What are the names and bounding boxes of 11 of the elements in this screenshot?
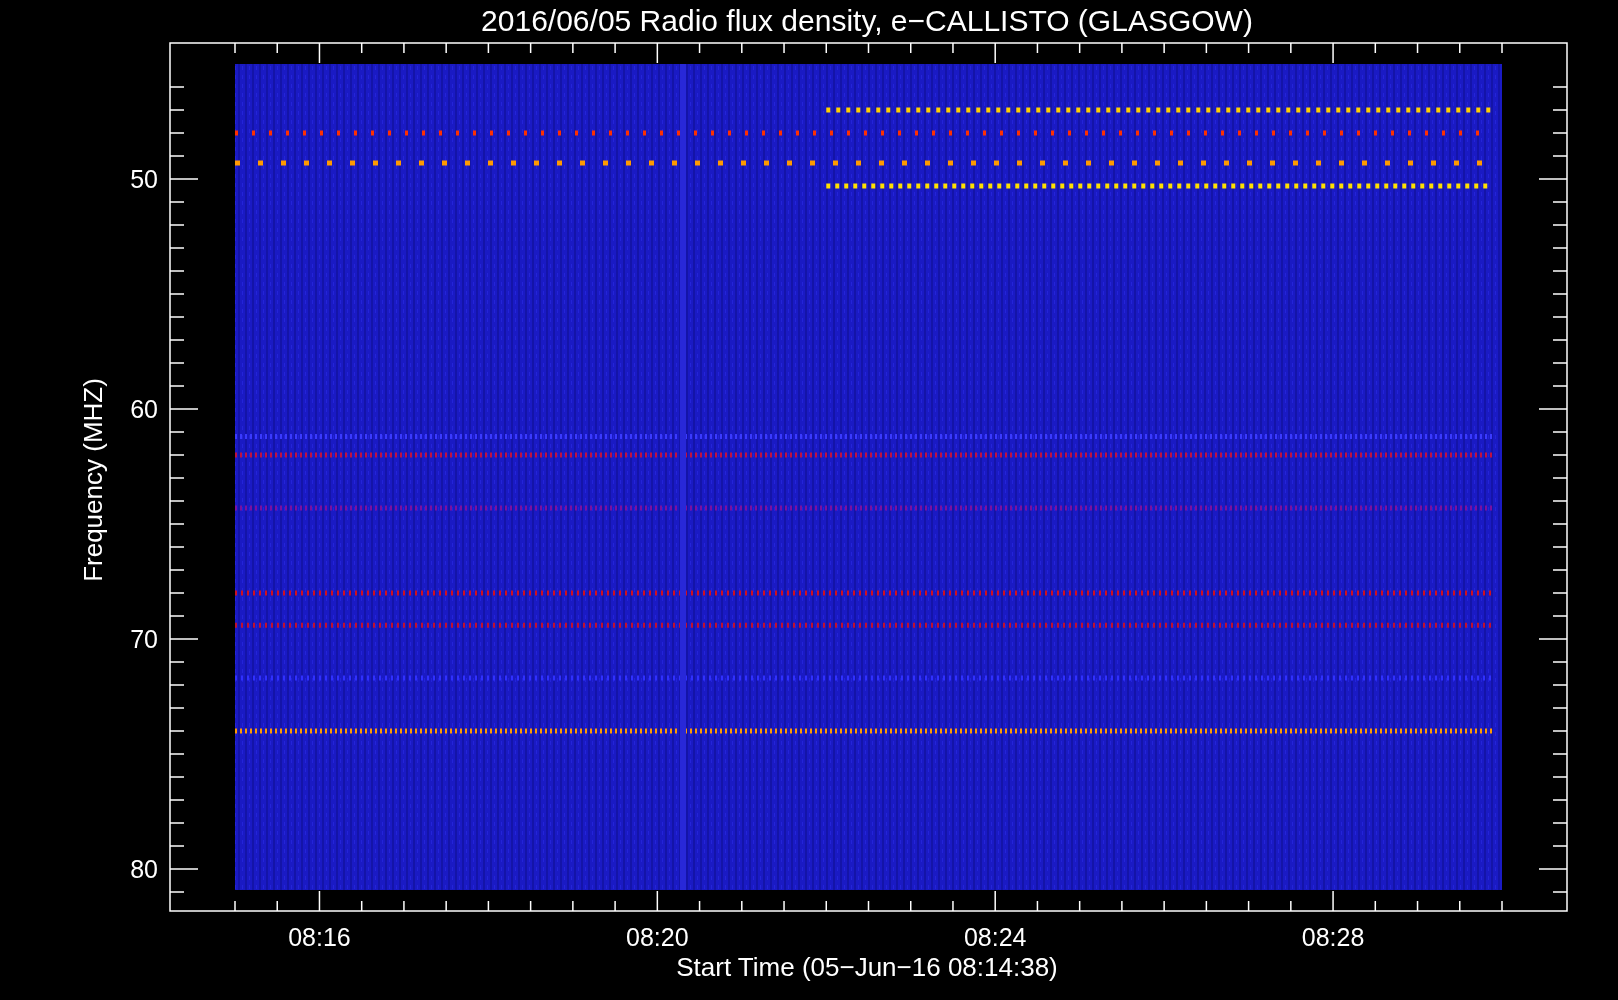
x-tick-label: 08:28 [1301, 923, 1365, 951]
x-tick-label: 08:20 [626, 923, 689, 951]
x-axis-label: Start Time (05−Jun−16 08:14:38) [676, 952, 1058, 982]
y-tick-label: 70 [130, 625, 158, 653]
y-axis-label: Frequency (MHZ) [78, 378, 108, 582]
y-tick-label: 50 [130, 165, 158, 193]
y-tick-label: 80 [130, 855, 158, 883]
x-tick-label: 08:24 [963, 923, 1027, 951]
x-tick-label: 08:16 [288, 923, 351, 951]
plot-title: 2016/06/05 Radio flux density, e−CALLISTO (GLASGOW) [481, 4, 1253, 37]
y-tick-label: 60 [130, 395, 158, 423]
